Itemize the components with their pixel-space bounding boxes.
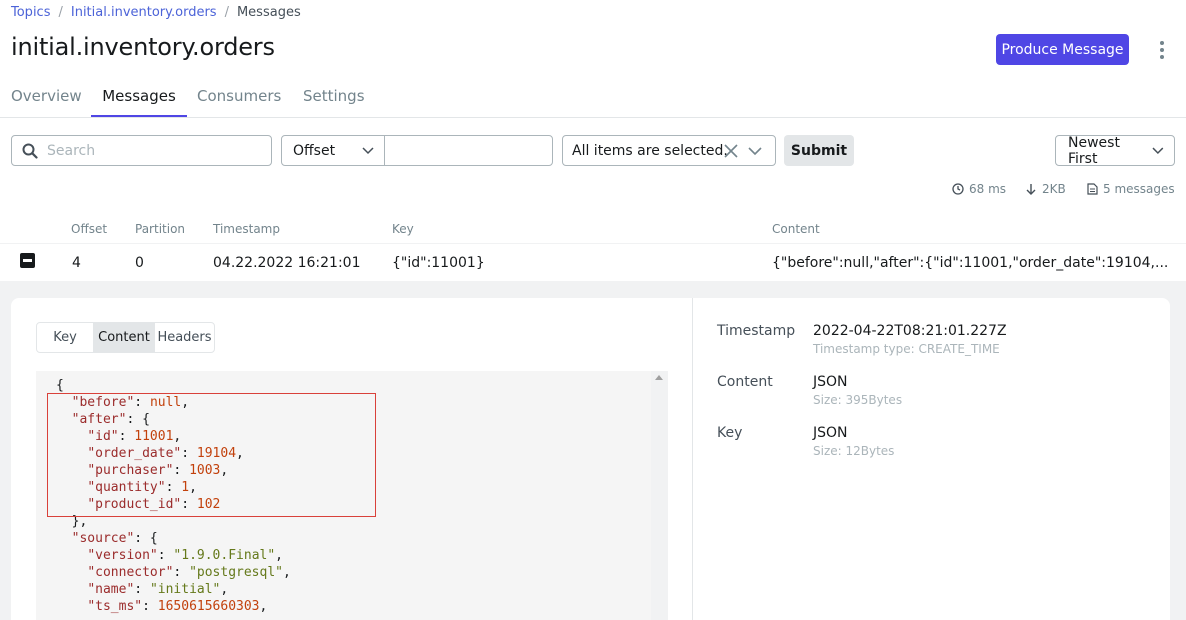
code-token: : [157,548,174,563]
search-input[interactable] [47,142,247,159]
cell-partition: 0 [135,255,144,271]
tab-consumers[interactable]: Consumers [197,80,281,117]
column-header-key[interactable]: Key [392,222,414,236]
submit-button[interactable]: Submit [784,135,854,166]
code-token: : [173,565,190,580]
detail-divider [692,298,693,620]
code-token: "1.9.0.Final" [173,548,276,563]
tab-settings[interactable]: Settings [303,80,365,117]
breadcrumb-separator: / [224,5,229,20]
subtab-content[interactable]: Content [94,323,154,352]
seek-value-input[interactable] [384,135,553,166]
stat-size: 2KB [1025,182,1066,196]
arrow-down-icon [1026,184,1036,195]
cell-timestamp: 04.22.2022 16:21:01 [213,255,361,271]
code-line: "ts_ms": 1650615660303, [56,598,267,615]
code-token: , [275,548,283,563]
code-token: "ts_ms" [87,599,143,614]
cell-offset: 4 [72,255,81,271]
meta-timestamp-label: Timestamp [717,323,796,339]
chevron-down-icon [362,146,374,154]
topic-tabs: Overview Messages Consumers Settings [0,80,1186,118]
produce-message-button[interactable]: Produce Message [996,34,1129,65]
code-token: "name" [87,582,135,597]
seek-type-value: Offset [293,142,336,159]
meta-key-size: Size: 12Bytes [813,444,895,458]
collapse-row-icon[interactable] [20,253,35,268]
partitions-value: All items are selected. [572,142,728,159]
code-token: "postgresql" [189,565,283,580]
meta-content-size: Size: 395Bytes [813,393,903,407]
code-token: : [134,582,150,597]
meta-content-value: JSON [813,374,848,390]
code-token: , [220,582,229,597]
seek-type-select[interactable]: Offset [281,135,385,166]
code-line: "version": "1.9.0.Final", [56,547,283,564]
stat-time-value: 68 ms [969,182,1007,196]
stat-size-value: 2KB [1042,182,1066,196]
cell-key: {"id":11001} [392,255,485,271]
subtab-key[interactable]: Key [37,323,94,352]
column-header-partition[interactable]: Partition [135,222,185,236]
column-header-timestamp[interactable]: Timestamp [213,222,280,236]
highlight-box [47,393,376,517]
breadcrumb-topic-link[interactable]: Initial.inventory.orders [71,5,217,20]
partitions-multiselect[interactable]: All items are selected. [562,135,776,166]
code-token: "version" [87,548,158,563]
tab-messages[interactable]: Messages [91,80,187,117]
code-token: 1650615660303 [157,599,260,614]
code-token: "connector" [87,565,174,580]
sort-order-select[interactable]: Newest First [1055,134,1175,167]
chevron-down-icon[interactable] [747,143,763,159]
search-icon [22,143,38,159]
breadcrumb: Topics / Initial.inventory.orders / Mess… [11,5,301,20]
table-row[interactable]: 4 0 04.22.2022 16:21:01 {"id":11001} {"b… [0,245,1186,281]
clock-icon [952,183,964,195]
scroll-up-arrow-icon[interactable] [655,375,663,380]
column-header-content[interactable]: Content [772,222,820,236]
breadcrumb-topics-link[interactable]: Topics [11,5,50,20]
column-header-offset[interactable]: Offset [71,222,107,236]
meta-content-label: Content [717,374,773,390]
code-line: "source": { [56,530,158,547]
breadcrumb-separator: / [58,5,63,20]
cell-content: {"before":null,"after":{"id":11001,"orde… [772,255,1169,271]
code-token: "source" [71,531,135,546]
code-token: , [259,599,268,614]
tab-overview[interactable]: Overview [11,80,82,117]
search-field[interactable] [11,135,272,166]
code-line: { [56,377,64,394]
code-token: : [142,599,158,614]
code-token: "initial" [149,582,221,597]
code-token: : { [134,531,158,546]
code-line: "name": "initial", [56,581,228,598]
messages-table-header: Offset Partition Timestamp Key Content [0,222,1186,244]
stat-messages-value: 5 messages [1103,182,1175,196]
meta-timestamp-type: Timestamp type: CREATE_TIME [813,342,1000,356]
meta-key-label: Key [717,425,743,441]
meta-key-value: JSON [813,425,848,441]
code-line: "connector": "postgresql", [56,564,291,581]
code-token: { [56,378,64,393]
chevron-down-icon [1152,147,1164,154]
page-title: initial.inventory.orders [11,33,275,61]
code-token: , [282,565,291,580]
breadcrumb-current: Messages [236,5,301,20]
content-subtabs: Key Content Headers [36,322,215,353]
more-options-icon[interactable] [1154,38,1170,62]
clear-selection-icon[interactable] [723,143,739,159]
sort-order-value: Newest First [1068,134,1120,167]
code-scrollbar[interactable] [651,371,668,620]
meta-timestamp-value: 2022-04-22T08:21:01.227Z [813,323,1007,339]
subtab-headers[interactable]: Headers [154,323,214,352]
file-icon [1087,183,1098,195]
stat-time: 68 ms [952,182,1006,196]
stat-messages: 5 messages [1087,182,1175,196]
